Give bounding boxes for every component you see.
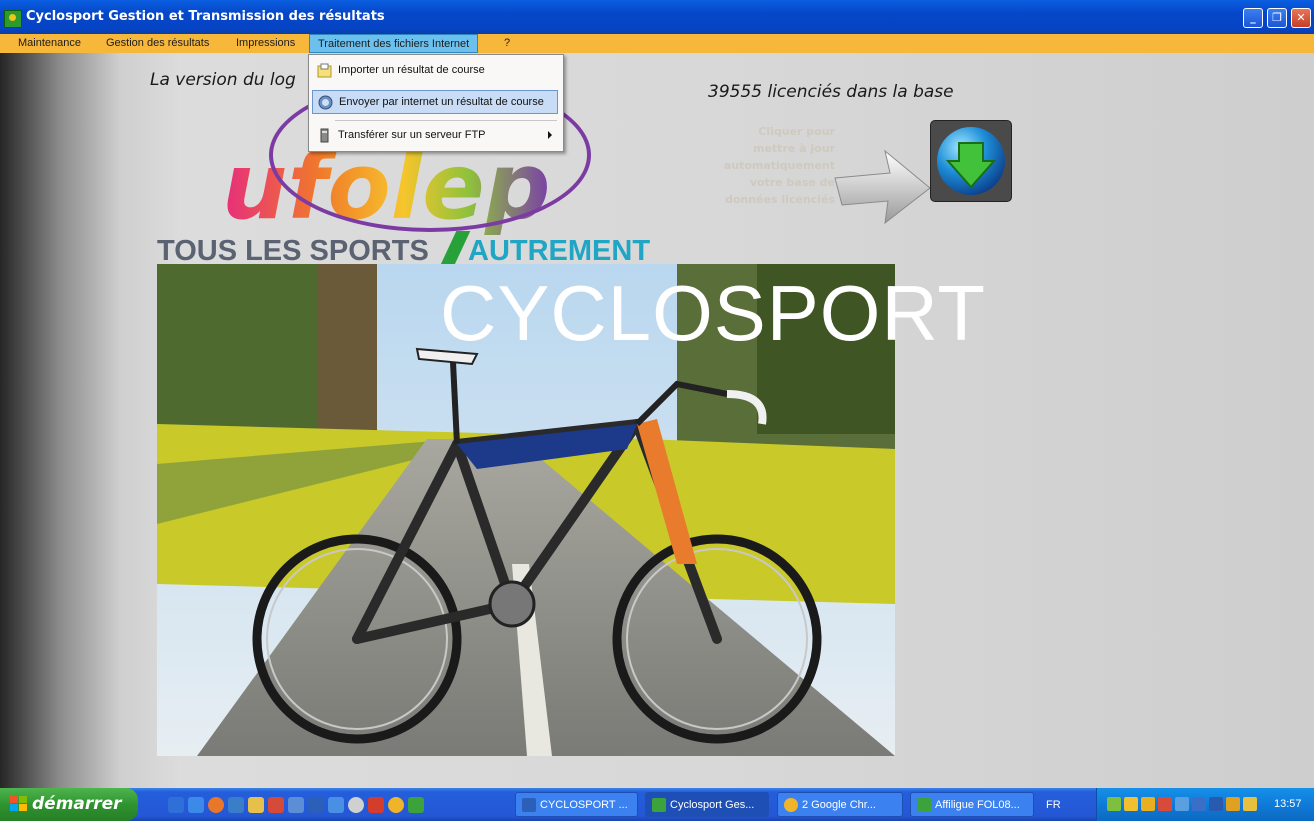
- clock: 13:57: [1274, 798, 1302, 810]
- import-icon: [317, 63, 332, 78]
- menu-item-import-result[interactable]: Importer un résultat de course: [312, 59, 558, 83]
- maximize-button[interactable]: ❐: [1267, 8, 1287, 28]
- calc-icon[interactable]: [288, 797, 304, 813]
- language-indicator[interactable]: FR: [1046, 799, 1061, 811]
- media-icon[interactable]: [348, 797, 364, 813]
- word-icon[interactable]: [308, 797, 324, 813]
- wifi-icon[interactable]: [1243, 797, 1257, 811]
- ie-icon[interactable]: [168, 797, 184, 813]
- monitor-icon[interactable]: [1192, 797, 1206, 811]
- system-tray: 13:57: [1096, 788, 1314, 821]
- update-hint: Cliquer pour mettre à jour automatiqueme…: [700, 123, 835, 208]
- menu-impressions[interactable]: Impressions: [236, 37, 295, 49]
- acrobat-icon[interactable]: [368, 797, 384, 813]
- menu-separator: [335, 120, 557, 121]
- menu-help[interactable]: ?: [504, 37, 510, 49]
- explorer-icon[interactable]: [248, 797, 264, 813]
- chrome-icon[interactable]: [388, 797, 404, 813]
- globe-download-icon: [937, 127, 1005, 195]
- menu-maintenance[interactable]: Maintenance: [18, 37, 81, 49]
- app-icon: [917, 798, 931, 812]
- window-title: Cyclosport Gestion et Transmission des r…: [26, 9, 385, 24]
- arrow-right-icon: [834, 149, 931, 225]
- window-titlebar[interactable]: Cyclosport Gestion et Transmission des r…: [0, 0, 1314, 34]
- ie-icon[interactable]: [188, 797, 204, 813]
- update-hint-line: votre base de: [749, 176, 835, 189]
- ie-icon[interactable]: [328, 797, 344, 813]
- display-icon[interactable]: [1175, 797, 1189, 811]
- internet-icon: [318, 95, 333, 110]
- security-icon[interactable]: [1158, 797, 1172, 811]
- ftp-icon: [320, 128, 329, 143]
- taskbar-button-label: Cyclosport Ges...: [670, 799, 755, 811]
- taskbar-button-cyclosport[interactable]: Cyclosport Ges...: [645, 792, 769, 817]
- shield-icon[interactable]: [1124, 797, 1138, 811]
- app-icon[interactable]: [408, 797, 424, 813]
- taskbar-button-label: Affiligue FOL08...: [935, 799, 1020, 811]
- submenu-arrow-icon: [548, 131, 552, 139]
- close-button[interactable]: ✕: [1291, 8, 1311, 28]
- taskbar-button-label: 2 Google Chr...: [802, 799, 876, 811]
- start-button[interactable]: démarrer: [0, 788, 138, 821]
- menu-item-label: Transférer sur un serveur FTP: [338, 129, 486, 141]
- menu-bar: Maintenance Gestion des résultats Impres…: [0, 34, 1314, 53]
- taskbar-button-label: CYCLOSPORT ...: [540, 799, 628, 811]
- update-hint-line: données licenciés: [724, 193, 835, 206]
- start-label: démarrer: [32, 794, 122, 814]
- taskbar: démarrer CYCLOSPORT ... Cyclosport Ges..…: [0, 788, 1314, 821]
- menu-item-label: Importer un résultat de course: [338, 64, 485, 76]
- chrome-icon: [784, 798, 798, 812]
- taskbar-button-word[interactable]: CYCLOSPORT ...: [515, 792, 638, 817]
- main-area: La version du log 39555 licenciés dans l…: [0, 53, 1314, 788]
- windows-flag-icon: [10, 796, 27, 811]
- internet-files-dropdown: Importer un résultat de course Envoyer p…: [308, 54, 564, 152]
- word-icon: [522, 798, 536, 812]
- app-icon: [652, 798, 666, 812]
- version-text: La version du log: [150, 70, 296, 90]
- app-icon: [4, 10, 22, 28]
- update-icon[interactable]: [1141, 797, 1155, 811]
- update-hint-line: automatiquement: [723, 159, 835, 172]
- minimize-button[interactable]: _: [1243, 8, 1263, 28]
- bluetooth-icon[interactable]: [1209, 797, 1223, 811]
- folder-icon[interactable]: [268, 797, 284, 813]
- update-database-button[interactable]: [930, 120, 1012, 202]
- network-icon[interactable]: [1107, 797, 1121, 811]
- licence-count: 39555 licenciés dans la base: [708, 82, 954, 102]
- menu-gestion-resultats[interactable]: Gestion des résultats: [106, 37, 209, 49]
- menu-traitement-fichiers-internet[interactable]: Traitement des fichiers Internet: [309, 34, 479, 53]
- firefox-icon[interactable]: [208, 797, 224, 813]
- cyclosport-banner: CYCLOSPORT: [440, 269, 987, 357]
- update-hint-line: mettre à jour: [753, 142, 835, 155]
- volume-icon[interactable]: [1226, 797, 1240, 811]
- menu-item-label: Envoyer par internet un résultat de cour…: [339, 96, 544, 108]
- outlook-icon[interactable]: [228, 797, 244, 813]
- menu-item-ftp-transfer[interactable]: Transférer sur un serveur FTP: [312, 124, 558, 148]
- update-hint-line: Cliquer pour: [758, 125, 835, 138]
- taskbar-button-chrome[interactable]: 2 Google Chr...: [777, 792, 903, 817]
- menu-item-send-result[interactable]: Envoyer par internet un résultat de cour…: [312, 90, 558, 114]
- taskbar-button-affiligue[interactable]: Affiligue FOL08...: [910, 792, 1034, 817]
